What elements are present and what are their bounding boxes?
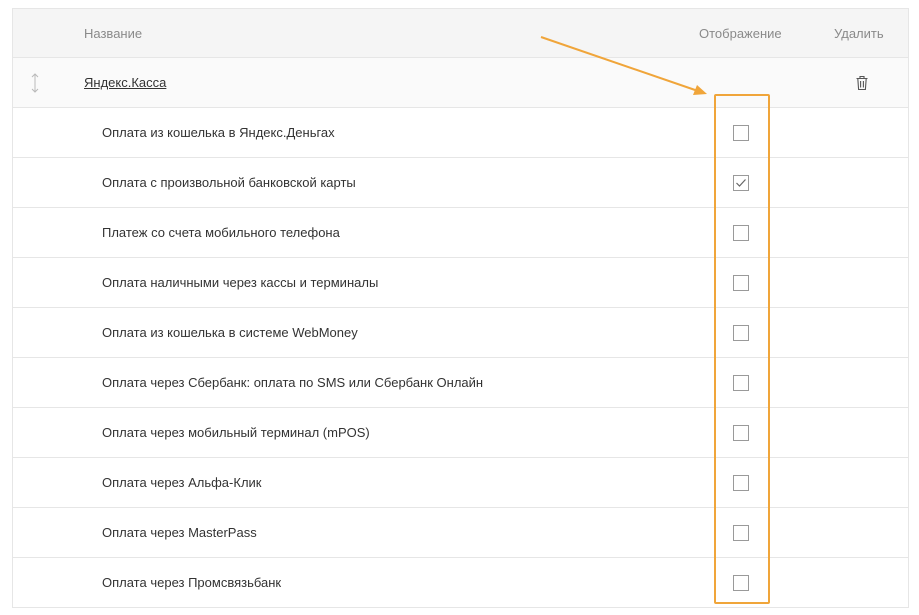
display-checkbox-cell [732,158,750,207]
display-checkbox[interactable] [733,524,749,541]
display-checkbox-cell [732,558,750,607]
display-checkbox-cell [732,258,750,307]
table-row: Оплата через Альфа-Клик [13,458,908,508]
payment-method-name: Платеж со счета мобильного телефона [102,225,340,240]
table-row: Оплата через MasterPass [13,508,908,558]
payment-method-name: Оплата с произвольной банковской карты [102,175,356,190]
table-row: Платеж со счета мобильного телефона [13,208,908,258]
table-row: Оплата через мобильный терминал (mPOS) [13,408,908,458]
display-checkbox-cell [732,358,750,407]
display-checkbox[interactable] [733,474,749,491]
column-header-display: Отображение [699,25,782,41]
display-checkbox[interactable] [733,424,749,441]
payment-method-name: Оплата через MasterPass [102,525,257,540]
display-checkbox[interactable] [733,374,749,391]
group-name-link[interactable]: Яндекс.Касса [84,58,166,107]
checkmark-icon [736,178,746,187]
payment-method-name: Оплата из кошелька в системе WebMoney [102,325,358,340]
table-row: Оплата через Сбербанк: оплата по SMS или… [13,358,908,408]
table-header: Название Отображение Удалить [13,9,908,58]
column-header-delete: Удалить [834,25,884,41]
display-checkbox[interactable] [733,174,749,191]
payment-method-name: Оплата через Промсвязьбанк [102,575,282,590]
display-checkbox-cell [732,308,750,357]
column-header-name: Название [84,25,143,41]
payment-method-name: Оплата через Альфа-Клик [102,475,262,490]
table-row: Оплата наличными через кассы и терминалы [13,258,908,308]
table-row: Оплата из кошелька в системе WebMoney [13,308,908,358]
payment-method-name: Оплата через Сбербанк: оплата по SMS или… [102,375,484,390]
payment-method-name: Оплата наличными через кассы и терминалы [102,275,379,290]
display-checkbox[interactable] [733,124,749,141]
table-row: Оплата с произвольной банковской карты [13,158,908,208]
table-row: Оплата через Промсвязьбанк [13,558,908,608]
display-checkbox[interactable] [733,224,749,241]
display-checkbox[interactable] [733,274,749,291]
payment-methods-table: Название Отображение Удалить Яндекс.Касс… [12,8,909,608]
payment-method-name: Оплата из кошелька в Яндекс.Деньгах [102,125,335,140]
vertical-resize-icon[interactable] [29,58,41,107]
display-checkbox[interactable] [733,324,749,341]
group-row: Яндекс.Касса [13,58,908,108]
display-checkbox-cell [732,458,750,507]
display-checkbox[interactable] [733,574,749,591]
display-checkbox-cell [732,208,750,257]
trash-icon[interactable] [854,58,870,107]
table-row: Оплата из кошелька в Яндекс.Деньгах [13,108,908,158]
payment-method-name: Оплата через мобильный терминал (mPOS) [102,425,370,440]
display-checkbox-cell [732,108,750,157]
display-checkbox-cell [732,508,750,557]
display-checkbox-cell [732,408,750,457]
